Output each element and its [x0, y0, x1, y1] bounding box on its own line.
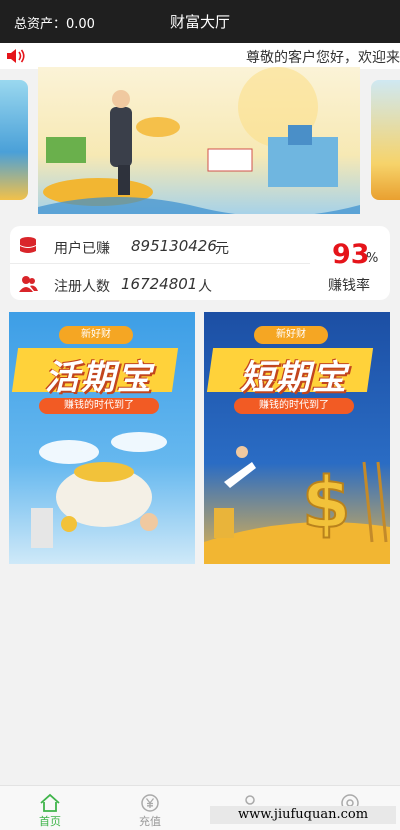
dollar-ladder-illustration: $ [204, 446, 390, 564]
profit-rate-value: 93 [332, 239, 370, 270]
top-bar: 总资产：0.00 财富大厅 [0, 0, 400, 43]
yen-icon [141, 794, 159, 812]
speaker-icon [7, 49, 25, 63]
product-card-short-term[interactable]: 新好财 短期宝 赚钱的时代到了 $ [204, 312, 390, 564]
tab-label: 首页 [39, 815, 61, 828]
registered-row: 注册人数 16724801 人 [10, 266, 310, 302]
svg-text:$: $ [302, 462, 351, 544]
tab-home[interactable]: 首页 [0, 786, 100, 830]
profit-rate-percent: % [366, 251, 379, 266]
database-icon [20, 237, 36, 253]
home-icon [40, 793, 60, 812]
page-title: 财富大厅 [169, 13, 230, 31]
banner-next-slide[interactable] [371, 80, 400, 200]
earned-value: 895130426 [131, 237, 217, 255]
watermark-text: www.jiufuquan.com [210, 806, 396, 824]
tab-recharge[interactable]: 充值 [100, 786, 200, 830]
banner-image[interactable] [38, 67, 360, 214]
product-card-current[interactable]: 新好财 活期宝 赚钱的时代到了 [9, 312, 195, 564]
users-icon [19, 276, 38, 292]
tab-label: 充值 [139, 815, 161, 828]
notice-bar[interactable]: 尊敬的客户您好，欢迎来 [0, 43, 400, 69]
registered-unit: 人 [198, 279, 212, 295]
notice-text: 尊敬的客户您好，欢迎来 [246, 50, 400, 66]
registered-label: 注册人数 [54, 279, 110, 295]
profit-rate-label: 赚钱率 [328, 278, 370, 294]
money-bag-illustration [31, 432, 167, 548]
registered-value: 16724801 [121, 275, 198, 293]
earned-row: 用户已赚 895130426 元 [10, 228, 310, 264]
banner-prev-slide[interactable] [0, 80, 28, 200]
earned-label: 用户已赚 [54, 241, 110, 257]
banner-illustration [38, 67, 360, 214]
stats-card: 用户已赚 895130426 元 注册人数 16724801 人 93 % 赚钱… [10, 226, 390, 300]
earned-unit: 元 [215, 241, 229, 257]
